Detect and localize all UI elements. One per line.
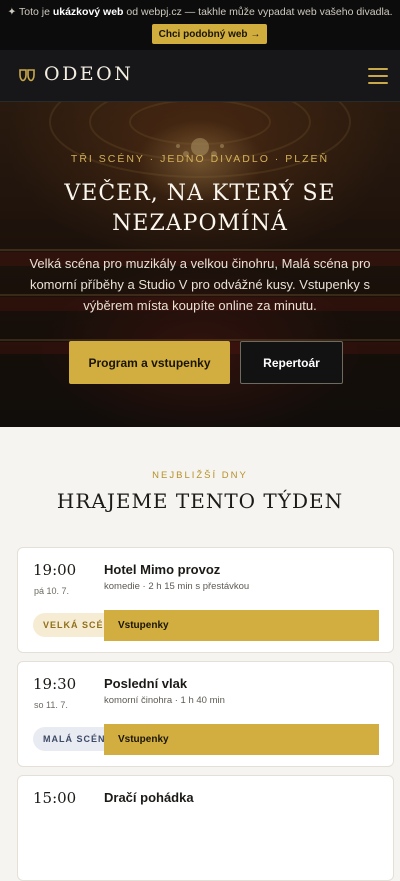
hero-title: VEČER, NA KTERÝ SE NEZAPOMÍNÁ bbox=[20, 179, 380, 239]
event-title[interactable]: Hotel Mimo provoz bbox=[104, 562, 220, 577]
top-navigation: ODEON bbox=[0, 50, 400, 102]
promo-text-prefix: ✦ Toto je bbox=[7, 6, 53, 18]
program-tickets-button[interactable]: Program a vstupenky bbox=[69, 341, 230, 384]
promo-text-bold: ukázkový web bbox=[52, 6, 124, 18]
section-title: HRAJEME TENTO TÝDEN bbox=[56, 489, 344, 513]
event-card: 19:00 pá 10. 7. Hotel Mimo provoz komedi… bbox=[17, 547, 394, 653]
event-title[interactable]: Poslední vlak bbox=[104, 676, 187, 691]
repertoire-button[interactable]: Repertoár bbox=[240, 341, 343, 384]
event-card: 15:00 Dračí pohádka bbox=[17, 775, 394, 881]
event-meta: komedie · 2 h 15 min s přestávkou bbox=[104, 581, 250, 592]
hero-title-line-2: NEZAPOMÍNÁ bbox=[112, 211, 288, 236]
event-date: pá 10. 7. bbox=[34, 586, 70, 596]
promo-cta-button[interactable]: Chci podobný web → bbox=[152, 24, 267, 44]
tickets-button[interactable]: Vstupenky bbox=[104, 724, 379, 755]
section-kicker: NEJBLIŽŠÍ DNY bbox=[152, 470, 248, 481]
promo-banner: ✦ Toto je ukázkový web od webpj.cz — tak… bbox=[0, 0, 400, 50]
event-card: 19:30 so 11. 7. Poslední vlak komorní či… bbox=[17, 661, 394, 767]
event-date: so 11. 7. bbox=[34, 700, 68, 710]
logo-text[interactable]: ODEON bbox=[44, 63, 133, 85]
hero-title-line-1: VEČER, NA KTERÝ SE bbox=[64, 181, 336, 206]
promo-text-suffix: od webpj.cz — takhle může vypadat web va… bbox=[123, 6, 393, 18]
promo-text: ✦ Toto je ukázkový web od webpj.cz — tak… bbox=[0, 6, 400, 18]
event-time: 19:00 bbox=[33, 561, 77, 579]
event-meta: komorní činohra · 1 h 40 min bbox=[104, 695, 225, 706]
event-time: 15:00 bbox=[33, 789, 77, 807]
theatre-masks-icon bbox=[19, 69, 35, 82]
event-time: 19:30 bbox=[33, 675, 77, 693]
hero-kicker: TŘI SCÉNY · JEDNO DIVADLO · PLZEŇ bbox=[70, 153, 330, 165]
event-title[interactable]: Dračí pohádka bbox=[104, 790, 194, 805]
hero-section: TŘI SCÉNY · JEDNO DIVADLO · PLZEŇ VEČER,… bbox=[0, 102, 400, 427]
hero-description: Velká scéna pro muzikály a velkou činohr… bbox=[29, 256, 371, 313]
hamburger-menu-icon[interactable] bbox=[368, 68, 388, 84]
tickets-button[interactable]: Vstupenky bbox=[104, 610, 379, 641]
